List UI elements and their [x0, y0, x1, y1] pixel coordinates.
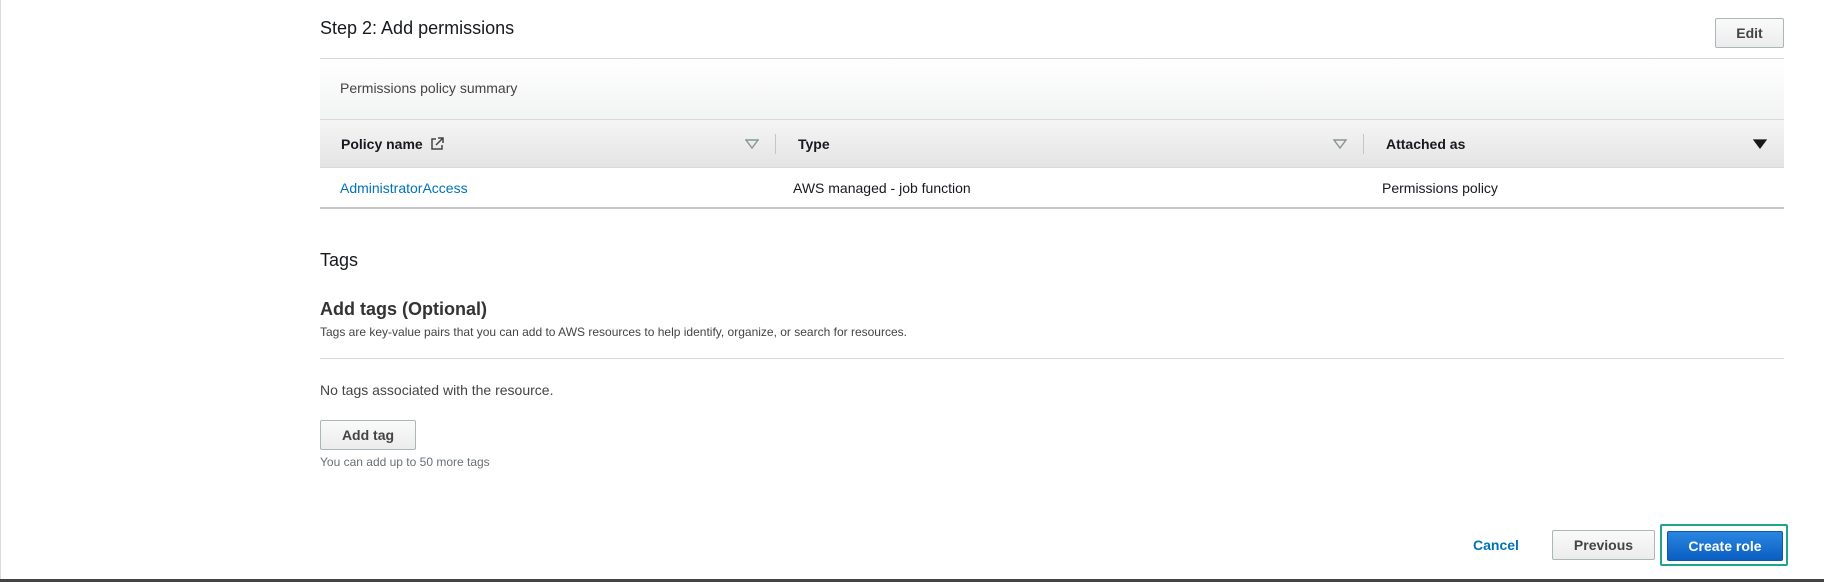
- create-role-button[interactable]: Create role: [1667, 531, 1783, 561]
- column-header-type[interactable]: Type: [776, 120, 1364, 168]
- policy-attached-as: Permissions policy: [1382, 180, 1498, 196]
- cancel-button[interactable]: Cancel: [1473, 537, 1519, 553]
- add-tags-title: Add tags (Optional): [320, 299, 487, 319]
- permissions-summary-table: Permissions policy summary Policy name T…: [320, 58, 1784, 210]
- previous-button[interactable]: Previous: [1552, 530, 1655, 560]
- table-header: Policy name Type Attached as: [320, 119, 1784, 168]
- create-role-focus-ring: Create role: [1660, 524, 1788, 566]
- external-link-icon: [430, 137, 444, 151]
- column-label: Attached as: [1386, 136, 1466, 152]
- policy-type: AWS managed - job function: [793, 180, 971, 196]
- column-label: Policy name: [341, 136, 423, 152]
- sort-down-icon[interactable]: [1333, 139, 1347, 149]
- column-label: Type: [798, 136, 830, 152]
- left-border: [0, 0, 1, 582]
- edit-button[interactable]: Edit: [1715, 18, 1784, 48]
- tag-limit-hint: You can add up to 50 more tags: [320, 455, 490, 469]
- divider: [320, 358, 1784, 359]
- column-header-attached-as[interactable]: Attached as: [1364, 120, 1784, 168]
- add-tag-button[interactable]: Add tag: [320, 420, 416, 450]
- permissions-summary-header: Permissions policy summary: [320, 58, 1784, 119]
- table-row: AdministratorAccess AWS managed - job fu…: [320, 168, 1784, 209]
- column-header-policy-name[interactable]: Policy name: [320, 120, 776, 168]
- step-title: Step 2: Add permissions: [320, 18, 515, 38]
- sort-down-icon[interactable]: [745, 139, 759, 149]
- no-tags-message: No tags associated with the resource.: [320, 382, 554, 398]
- tags-section-title: Tags: [320, 250, 359, 270]
- permissions-summary-title: Permissions policy summary: [340, 80, 518, 96]
- add-tags-description: Tags are key-value pairs that you can ad…: [320, 325, 907, 339]
- policy-name-link[interactable]: AdministratorAccess: [340, 180, 468, 196]
- review-content: Step 2: Add permissions Edit Permissions…: [320, 0, 1788, 578]
- sort-down-filled-icon[interactable]: [1753, 139, 1767, 149]
